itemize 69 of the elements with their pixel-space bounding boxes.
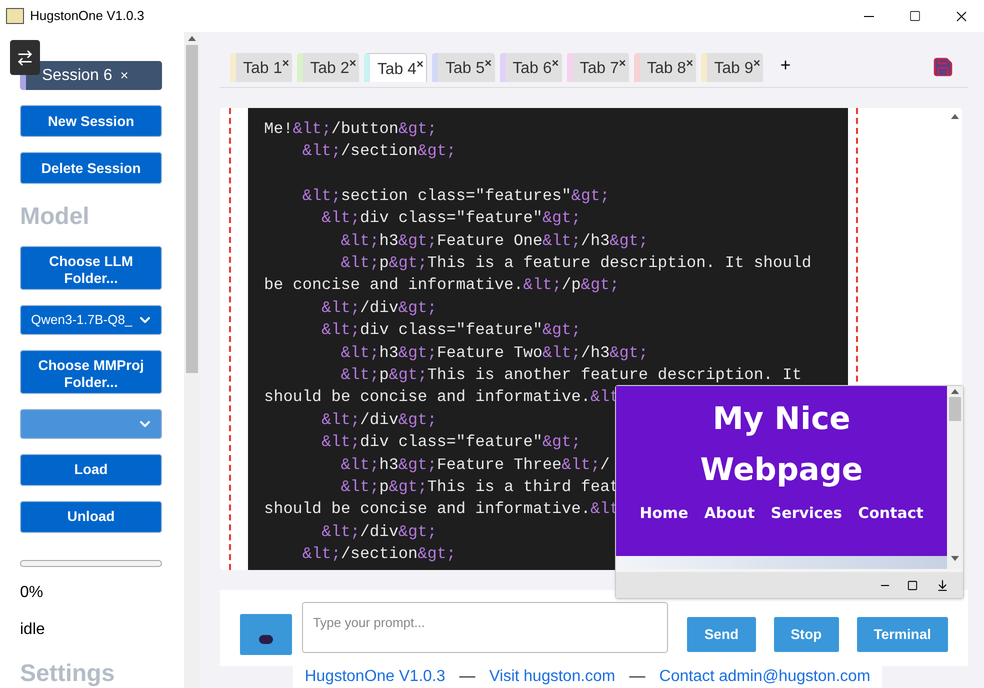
scroll-up-icon[interactable] <box>951 114 959 119</box>
model-select[interactable]: Qwen3-1.7B-Q8_ <box>20 305 162 335</box>
scrollbar-thumb[interactable] <box>949 397 961 421</box>
app-logo-icon <box>6 8 24 24</box>
arrow-down-icon[interactable] <box>936 578 949 592</box>
collapse-icon <box>16 48 34 66</box>
preview-nav-link[interactable]: Services <box>770 502 842 524</box>
tab[interactable]: Tab 1× <box>230 52 292 82</box>
record-button[interactable] <box>240 614 292 656</box>
code-line: &lt;/section&gt; <box>301 141 456 162</box>
preview-nav-link[interactable]: About <box>704 502 755 524</box>
code-line: &lt;p&gt;This is another feature description. It <box>340 364 802 386</box>
preview-nav-link[interactable]: Contact <box>858 502 924 524</box>
separator: — <box>629 667 646 687</box>
code-line: &lt;div class="feature"&gt; <box>320 320 581 342</box>
maximize-icon <box>909 10 921 22</box>
section-heading: Model <box>20 203 90 232</box>
tab[interactable]: Tab 9× <box>701 52 764 82</box>
minimize-icon[interactable] <box>881 584 889 586</box>
select-value: Qwen3-1.7B-Q8_ <box>31 311 132 330</box>
tab[interactable]: Tab 4× <box>364 52 428 82</box>
scroll-up-icon[interactable] <box>188 36 196 41</box>
preview-heading: My Nice Webpage <box>699 400 864 490</box>
collapse-button[interactable] <box>10 40 40 75</box>
sidebar-button[interactable]: Load <box>20 454 162 486</box>
code-line: &lt;div class="feature"&gt; <box>320 208 581 230</box>
tab[interactable]: Tab 7× <box>566 52 629 82</box>
status-text: 0% <box>20 583 44 603</box>
preview-nav-link[interactable]: Home <box>640 502 688 524</box>
session-label: Session 6 <box>42 66 112 86</box>
code-line: &lt;/div&gt; <box>320 298 437 319</box>
code-line: &lt;/section&gt; <box>301 544 456 566</box>
tab[interactable]: Tab 8× <box>634 52 696 82</box>
session-close[interactable]: × <box>120 65 128 86</box>
status-text: idle <box>20 620 46 640</box>
code-line: &lt;h3&gt;Feature One&lt;/h3&gt; <box>340 230 648 252</box>
prompt-field[interactable]: Type your prompt... <box>302 602 668 654</box>
save-icon[interactable] <box>932 56 954 78</box>
sidebar-button[interactable]: Unload <box>20 500 162 533</box>
tab[interactable]: Tab 2× <box>297 52 360 82</box>
tab[interactable]: Tab 6× <box>500 52 562 82</box>
record-icon <box>258 635 273 644</box>
code-line: Me!&lt;/button&gt; <box>264 118 437 140</box>
footer-link[interactable]: Contact admin@hugston.com <box>659 665 870 688</box>
code-line: be concise and informative.&lt;/p&gt; <box>264 275 620 296</box>
add-tab-button[interactable]: + <box>780 52 791 79</box>
code-line: &lt;h3&gt;Feature Two&lt;/h3&gt; <box>340 342 648 364</box>
separator: — <box>459 667 476 687</box>
code-line: &lt;/div&gt; <box>320 410 437 431</box>
maximize-icon[interactable] <box>907 580 918 590</box>
scroll-up-icon[interactable] <box>951 389 959 394</box>
sidebar-button[interactable]: New Session <box>20 105 162 138</box>
code-line: &lt;p&gt;This is a third feat <box>340 476 620 498</box>
window-title: HugstonOne V1.0.3 <box>30 7 144 26</box>
sidebar-button[interactable]: Choose LLM Folder... <box>20 246 162 290</box>
sidebar-button[interactable]: Delete Session <box>20 152 162 184</box>
code-line: &lt;p&gt;This is a feature description. It should <box>340 253 812 274</box>
footer-link[interactable]: Visit hugston.com <box>489 665 616 688</box>
scroll-down-icon[interactable] <box>951 556 959 561</box>
scrollbar-thumb[interactable] <box>186 45 198 373</box>
code-line: &lt;/div&gt; <box>320 522 437 543</box>
code-line: &lt;h3&gt;Feature Three&lt;/ <box>340 454 610 476</box>
code-line: &lt;div class="feature"&gt; <box>320 432 581 454</box>
code-line: &lt;section class="features"&gt; <box>301 186 610 207</box>
sidebar-button[interactable]: Choose MMProj Folder... <box>20 350 162 394</box>
tab[interactable]: Tab 5× <box>432 52 495 82</box>
session-item[interactable]: Session 6 × <box>20 61 162 90</box>
section-heading: Settings <box>20 660 115 688</box>
footer-link[interactable]: HugstonOne V1.0.3 <box>304 665 446 688</box>
